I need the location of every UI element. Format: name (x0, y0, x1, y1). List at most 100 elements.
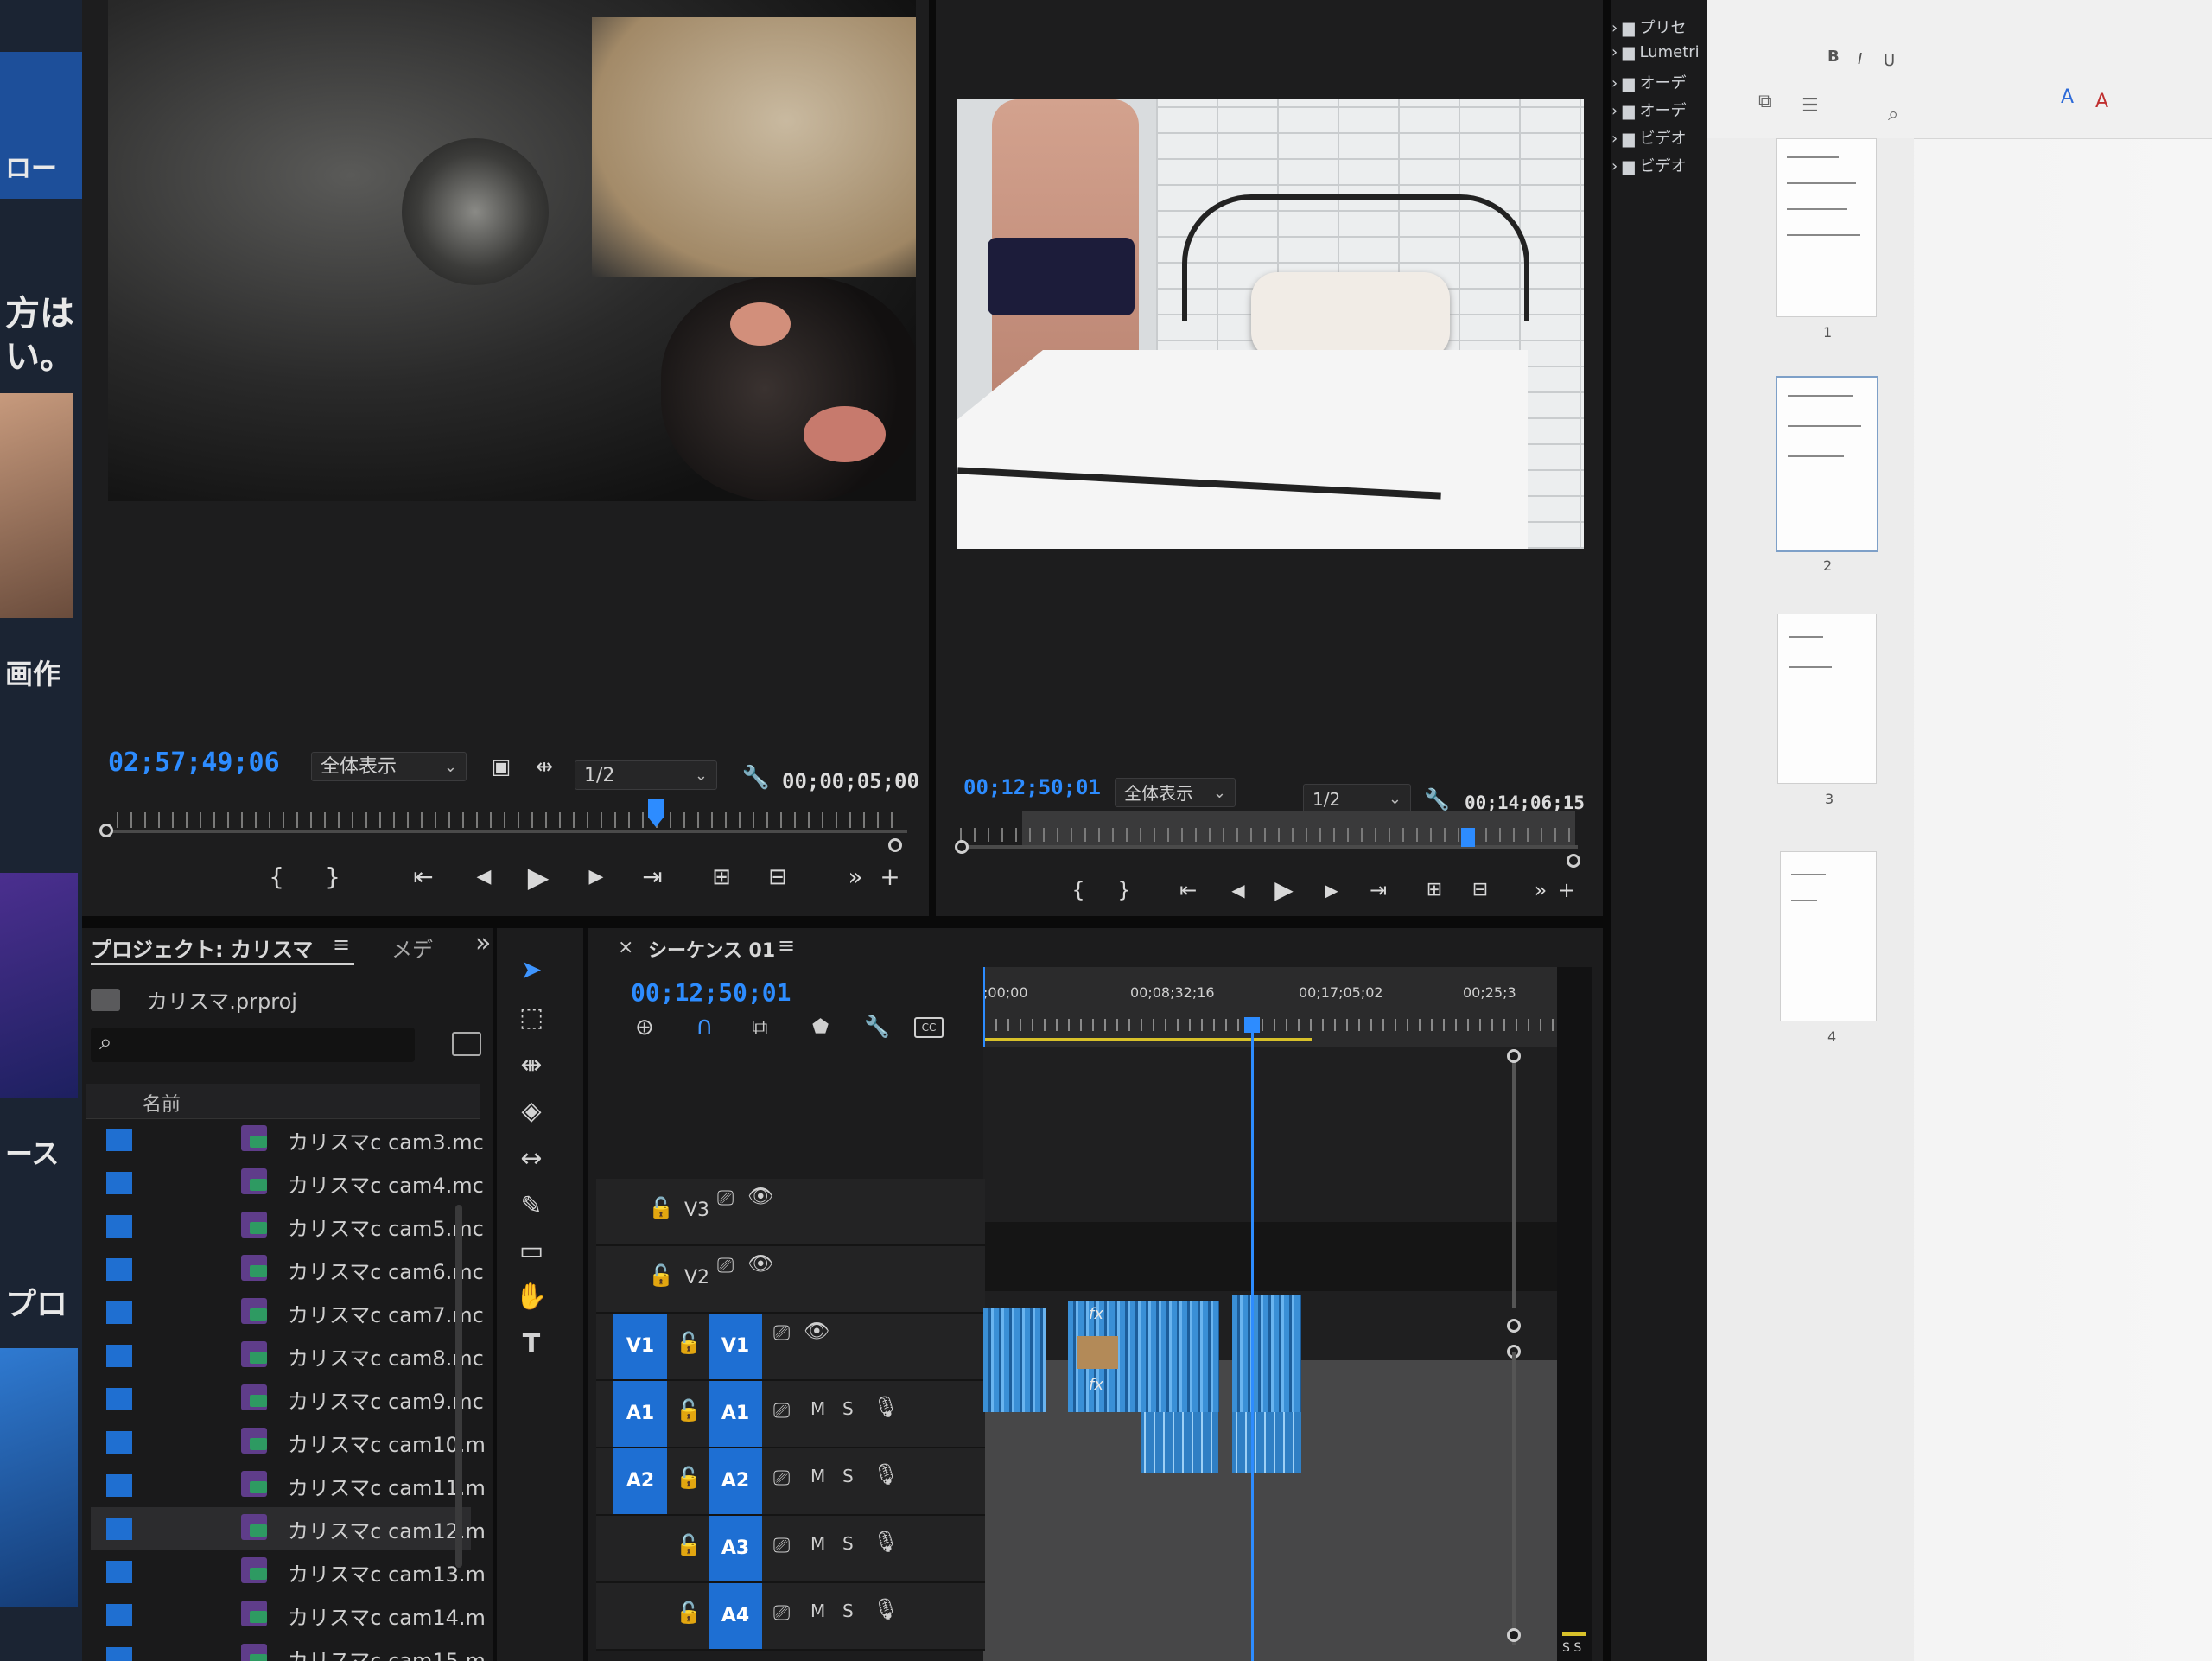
scroll-handle[interactable] (1507, 1628, 1521, 1642)
track-target-a3[interactable]: A3 (709, 1516, 762, 1581)
microphone-icon[interactable]: 🎙 (873, 1462, 899, 1486)
track-select-tool-icon[interactable]: ⬚ (505, 999, 557, 1037)
snap-magnet-icon[interactable]: ∩ (696, 1011, 714, 1040)
page-thumbnail[interactable] (1777, 614, 1877, 784)
page-thumbnail[interactable] (1780, 851, 1877, 1021)
bold-icon[interactable]: B (1827, 48, 1840, 66)
sync-lock-icon[interactable]: ⎚ (717, 1186, 734, 1210)
list-item-selected[interactable]: カリスマc cam12.m (91, 1507, 486, 1550)
track-target-a1[interactable]: A1 (709, 1381, 762, 1447)
list-item[interactable]: カリスマc cam5.mc (91, 1205, 484, 1248)
program-timecode[interactable]: 00;12;50;01 (963, 775, 1101, 799)
mark-in-button[interactable]: { (1061, 873, 1096, 907)
add-marker-icon[interactable]: ⬟ (812, 1016, 829, 1038)
project-scrollbar[interactable] (455, 1205, 462, 1568)
timeline-timecode[interactable]: 00;12;50;01 (631, 978, 791, 1007)
ripple-edit-tool-icon[interactable]: ⇼ (505, 1047, 557, 1085)
mute-button[interactable]: M (810, 1601, 825, 1621)
source-zoom-handle-left[interactable] (99, 824, 113, 837)
monitor-divider[interactable] (929, 0, 936, 929)
right-divider[interactable] (1603, 0, 1611, 1661)
lock-icon[interactable]: 🔓 (676, 1533, 702, 1557)
audio-clip[interactable] (1232, 1412, 1301, 1473)
insert-icon[interactable]: ⇹ (527, 749, 562, 784)
copy-icon[interactable]: ⧉ (1758, 91, 1772, 112)
sequence-tab-menu-icon[interactable]: ≡ (778, 933, 795, 958)
rectangle-tool-icon[interactable]: ▭ (505, 1232, 557, 1270)
project-tab[interactable]: プロジェクト: カリスマ (91, 932, 313, 963)
nest-toggle-icon[interactable]: ⊕ (635, 1015, 654, 1041)
media-browser-tab[interactable]: メデ (391, 932, 433, 963)
video-clip[interactable] (983, 1308, 1046, 1412)
scroll-handle[interactable] (1507, 1319, 1521, 1333)
list-item[interactable]: カリスマc cam14.m (91, 1594, 486, 1637)
source-zoom-handle-right[interactable] (888, 838, 902, 852)
effects-folder-item[interactable]: › ▆ オーデ (1611, 71, 1686, 93)
mark-in-button[interactable]: { (259, 860, 294, 894)
program-resolution-select[interactable]: 1/2 ⌄ (1303, 784, 1411, 813)
safe-margins-icon[interactable]: ▣ (484, 749, 518, 784)
solo-button[interactable]: S (842, 1601, 854, 1621)
sync-lock-icon[interactable]: ⎚ (773, 1466, 790, 1490)
mute-button[interactable]: M (810, 1533, 825, 1554)
mute-button[interactable]: M (810, 1398, 825, 1419)
go-to-out-button[interactable]: ⇥ (1361, 873, 1395, 907)
insert-clip-icon[interactable]: ⊞ (704, 860, 739, 894)
scroll-handle[interactable] (1507, 1049, 1521, 1063)
slip-tool-icon[interactable]: ↔ (505, 1140, 557, 1178)
go-to-in-button[interactable]: ⇤ (406, 860, 441, 894)
add-button-editor[interactable]: + (1549, 873, 1584, 907)
sync-lock-icon[interactable]: ⎚ (773, 1601, 790, 1625)
find-icon[interactable] (452, 1032, 481, 1056)
type-tool-icon[interactable]: T (505, 1326, 557, 1364)
italic-icon[interactable]: I (1858, 50, 1862, 68)
track-target-a4[interactable]: A4 (709, 1583, 762, 1649)
program-zoom-handle-right[interactable] (1567, 854, 1580, 868)
lock-icon[interactable]: 🔓 (676, 1398, 702, 1422)
source-patch-a2[interactable]: A2 (613, 1448, 667, 1514)
solo-button[interactable]: S (842, 1533, 854, 1554)
list-item[interactable]: カリスマc cam9.mc (91, 1378, 484, 1421)
microphone-icon[interactable]: 🎙 (873, 1530, 899, 1554)
step-forward-button[interactable]: ▶ (1314, 873, 1349, 907)
hand-tool-icon[interactable]: ✋ (505, 1278, 557, 1316)
captions-icon[interactable]: CC (914, 1017, 944, 1038)
timeline-playhead-line[interactable] (1251, 1023, 1254, 1661)
source-zoom-select[interactable]: 全体表示 ⌄ (311, 752, 467, 781)
sync-lock-icon[interactable]: ⎚ (717, 1253, 734, 1277)
source-resolution-select[interactable]: 1/2 ⌄ (575, 760, 717, 790)
timeline-ruler[interactable]: ;00;00 00;08;32;16 00;17;05;02 00;25;3 (983, 967, 1558, 1047)
linked-selection-icon[interactable]: ⧉ (752, 1015, 768, 1041)
video-clip[interactable] (1232, 1295, 1301, 1412)
font-color-icon[interactable]: A (2095, 91, 2108, 112)
list-item[interactable]: カリスマc cam10.m (91, 1421, 486, 1464)
play-button[interactable]: ▶ (521, 860, 556, 894)
list-item[interactable]: カリスマc cam13.m (91, 1550, 486, 1594)
sync-lock-icon[interactable]: ⎚ (773, 1321, 790, 1345)
go-to-in-button[interactable]: ⇤ (1171, 873, 1205, 907)
list-item[interactable]: カリスマc cam11.m (91, 1464, 486, 1507)
page-thumbnail[interactable] (1776, 138, 1877, 317)
track-target-v1[interactable]: V1 (709, 1314, 762, 1379)
list-item[interactable]: カリスマc cam3.mc (91, 1118, 484, 1161)
video-track-scrollbar[interactable] (1512, 1053, 1516, 1308)
step-back-button[interactable]: ◀ (467, 860, 501, 894)
list-item[interactable]: カリスマc cam6.mc (91, 1248, 484, 1291)
microphone-icon[interactable]: 🎙 (873, 1597, 899, 1621)
sync-lock-icon[interactable]: ⎚ (773, 1398, 790, 1422)
more-controls-button[interactable]: » (838, 860, 873, 894)
track-target-a2[interactable]: A2 (709, 1448, 762, 1514)
step-back-button[interactable]: ◀ (1221, 873, 1255, 907)
lock-icon[interactable]: 🔓 (676, 1331, 702, 1355)
mute-button[interactable]: M (810, 1466, 825, 1486)
lift-icon[interactable]: ⊞ (1417, 873, 1452, 907)
eye-icon[interactable]: 👁 (804, 1319, 830, 1343)
list-item[interactable]: カリスマc cam15.m (91, 1637, 486, 1661)
go-to-out-button[interactable]: ⇥ (635, 860, 670, 894)
extract-icon[interactable]: ⊟ (1463, 873, 1497, 907)
effects-folder-item[interactable]: › ▆ オーデ (1611, 99, 1686, 121)
source-scrub-bar[interactable] (112, 830, 907, 833)
source-time-ruler[interactable] (117, 812, 903, 828)
pen-tool-icon[interactable]: ✎ (505, 1187, 557, 1225)
program-zoom-handle-left[interactable] (955, 840, 969, 854)
